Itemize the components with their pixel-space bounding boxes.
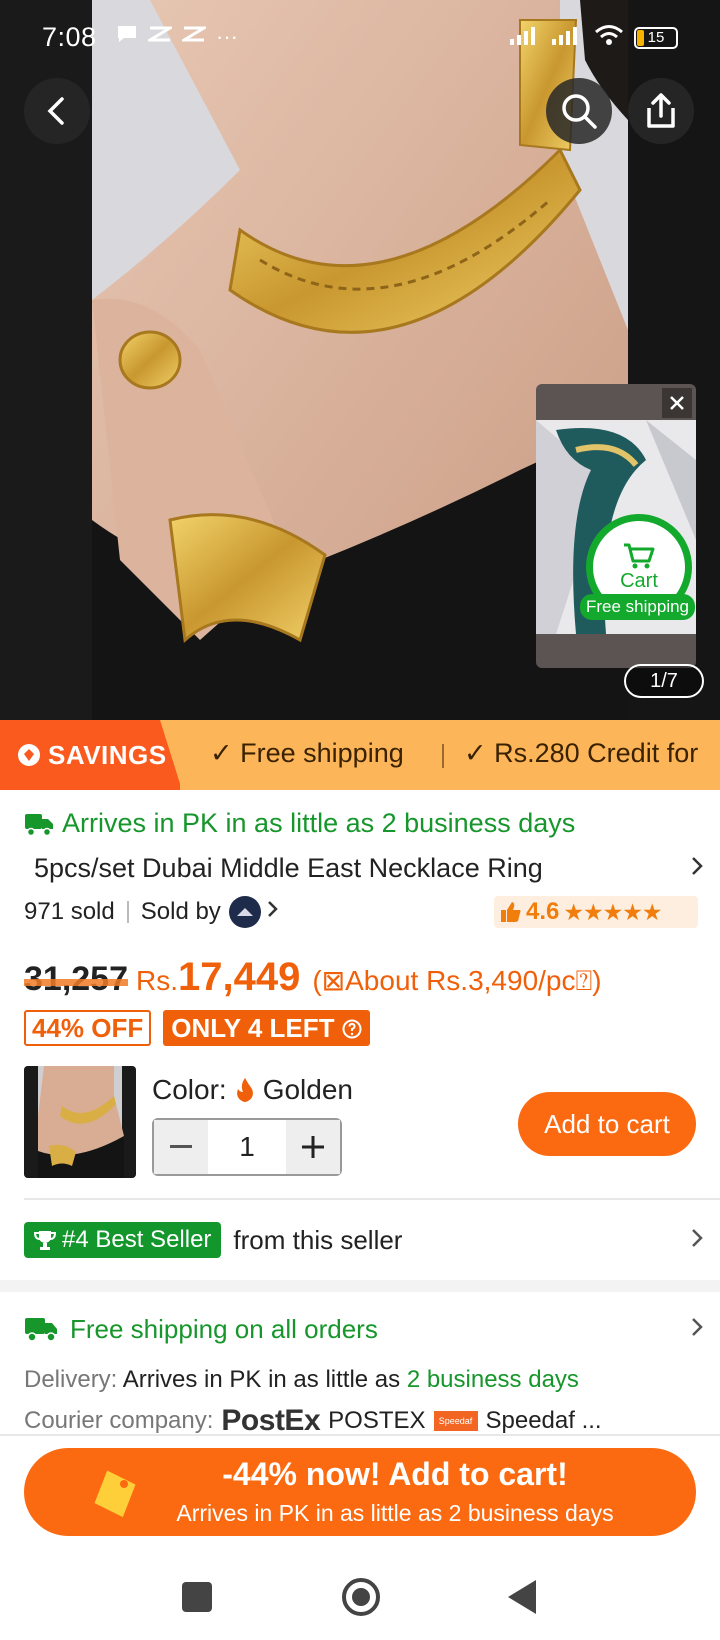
section-separator <box>0 1280 720 1292</box>
seller-avatar[interactable] <box>228 896 261 928</box>
trophy-icon <box>34 1231 56 1250</box>
floating-video-player[interactable]: Cart Free shipping <box>536 384 696 668</box>
color-label: Color: <box>152 1074 227 1105</box>
system-icons: 15 <box>510 24 678 52</box>
delivery-truck-icon <box>25 813 53 836</box>
best-seller-text: from this seller <box>233 1224 403 1255</box>
notification-icons: ··· <box>116 24 238 50</box>
current-price: 17,449 <box>178 955 301 999</box>
delivery-info: Delivery: Arrives in PK in as little as … <box>24 1366 579 1394</box>
add-to-cart-button[interactable]: Add to cart <box>518 1092 696 1156</box>
increment-button[interactable] <box>286 1120 340 1174</box>
share-icon <box>647 93 675 128</box>
product-meta-row: 971 sold Sold by <box>24 896 279 928</box>
quantity-stepper[interactable]: 1 <box>152 1118 342 1176</box>
savings-divider <box>442 744 444 768</box>
arrival-notice: Arrives in PK in as little as 2 business… <box>24 808 575 839</box>
chevron-right-icon[interactable] <box>267 898 279 926</box>
savings-tag: SAVINGS <box>0 720 180 790</box>
sold-count: 971 sold <box>24 898 115 925</box>
system-nav-bar <box>0 1550 720 1640</box>
delivery-truck-icon <box>25 1318 57 1342</box>
signal-icon <box>552 25 584 51</box>
meta-divider <box>126 901 129 923</box>
close-icon <box>670 396 684 410</box>
cta-sub-text: Arrives in PK in as little as 2 business… <box>176 1500 614 1526</box>
savings-item-credit: ✓ Rs.280 Credit for <box>464 738 699 768</box>
back-button[interactable] <box>24 78 90 144</box>
delivery-text: Arrives in PK in as little as <box>122 1366 401 1393</box>
rating-badge[interactable]: 4.6 ★★★★★ <box>494 896 698 928</box>
free-shipping-title: Free shipping on all orders <box>70 1313 378 1344</box>
image-counter: 1/7 <box>624 664 704 698</box>
minus-icon <box>170 1145 192 1148</box>
delivery-days: 2 business days <box>406 1366 579 1393</box>
stock-badge[interactable]: ONLY 4 LEFT <box>163 1010 370 1046</box>
more-dots-icon: ··· <box>216 24 238 49</box>
courier-name: POSTEX <box>328 1407 426 1434</box>
savings-strip[interactable]: SAVINGS ✓ Free shipping ✓ Rs.280 Credit … <box>0 720 720 790</box>
courier-info: Courier company: PostEx POSTEX Speedaf S… <box>24 1404 602 1438</box>
app-icon <box>144 24 176 50</box>
star-rating-icon: ★★★★★ <box>563 898 662 925</box>
courier-key: Courier company: <box>24 1407 214 1434</box>
cart-icon <box>624 543 655 568</box>
video-free-shipping-badge: Free shipping <box>580 594 696 620</box>
discount-badge: 44% OFF <box>24 1010 152 1046</box>
divider <box>0 1434 720 1436</box>
original-price: 31,257 <box>24 960 128 998</box>
wifi-icon <box>594 24 624 52</box>
decrement-button[interactable] <box>154 1120 208 1174</box>
color-selector[interactable]: Color: Golden <box>152 1074 353 1106</box>
share-button[interactable] <box>628 78 694 144</box>
arrival-text: Arrives in PK in as little as 2 business… <box>62 808 576 838</box>
status-time: 7:08 <box>42 22 97 52</box>
system-back-button[interactable] <box>508 1580 536 1614</box>
status-bar: 7:08 ··· 15 <box>0 0 720 78</box>
quantity-value[interactable]: 1 <box>208 1120 286 1174</box>
color-value: Golden <box>262 1074 353 1105</box>
battery-icon: 15 <box>634 27 678 49</box>
chevron-right-icon <box>690 1224 704 1256</box>
promo-badges: 44% OFF ONLY 4 LEFT <box>24 1010 370 1046</box>
signal-icon <box>510 25 542 51</box>
add-to-cart-cta-button[interactable]: -44% now! Add to cart! Arrives in PK in … <box>24 1448 696 1536</box>
best-seller-badge: #4 Best Seller <box>24 1222 222 1258</box>
savings-badge-icon <box>18 744 40 766</box>
chat-bubble-icon <box>116 24 138 50</box>
best-seller-row[interactable]: #4 Best Seller from this seller <box>24 1218 704 1262</box>
search-button[interactable] <box>546 78 612 144</box>
close-video-button[interactable] <box>662 388 692 418</box>
variant-thumbnail[interactable] <box>24 1066 136 1178</box>
recent-apps-button[interactable] <box>182 1582 212 1612</box>
cta-main-text: -44% now! Add to cart! <box>222 1456 568 1492</box>
rating-value: 4.6 <box>526 898 560 925</box>
search-icon <box>562 94 597 129</box>
product-title-row[interactable]: 5pcs/set Dubai Middle East Necklace Ring <box>34 848 704 888</box>
app-icon <box>178 24 210 50</box>
product-title: 5pcs/set Dubai Middle East Necklace Ring <box>34 852 543 883</box>
price-row: 31,257 Rs. 17,449 (⊠About Rs.3,490/pc⍰) <box>24 955 602 1000</box>
shipping-row[interactable]: Free shipping on all orders <box>24 1308 704 1350</box>
postex-logo: PostEx <box>221 1404 321 1437</box>
product-image-gallery[interactable]: 7:08 ··· 15 Cart Free shipping 1/7 <box>0 0 720 720</box>
currency-prefix: Rs. <box>136 965 178 996</box>
video-cart-label: Cart <box>620 569 658 592</box>
thumbs-up-icon <box>501 902 521 922</box>
sold-by-label: Sold by <box>140 898 221 925</box>
home-button[interactable] <box>342 1578 380 1616</box>
help-icon <box>342 1019 362 1039</box>
plus-icon <box>302 1136 324 1158</box>
divider <box>24 1198 720 1200</box>
chevron-right-icon <box>690 852 704 884</box>
unit-price[interactable]: (⊠About Rs.3,490/pc⍰) <box>312 964 601 998</box>
chevron-right-icon <box>690 1313 704 1345</box>
savings-item-free-shipping: ✓ Free shipping <box>210 738 404 768</box>
courier-more: Speedaf ... <box>485 1407 602 1434</box>
speedaf-logo: Speedaf <box>433 1411 478 1431</box>
flame-icon <box>236 1078 253 1102</box>
chevron-left-icon <box>47 97 64 125</box>
delivery-key: Delivery: <box>24 1366 118 1393</box>
